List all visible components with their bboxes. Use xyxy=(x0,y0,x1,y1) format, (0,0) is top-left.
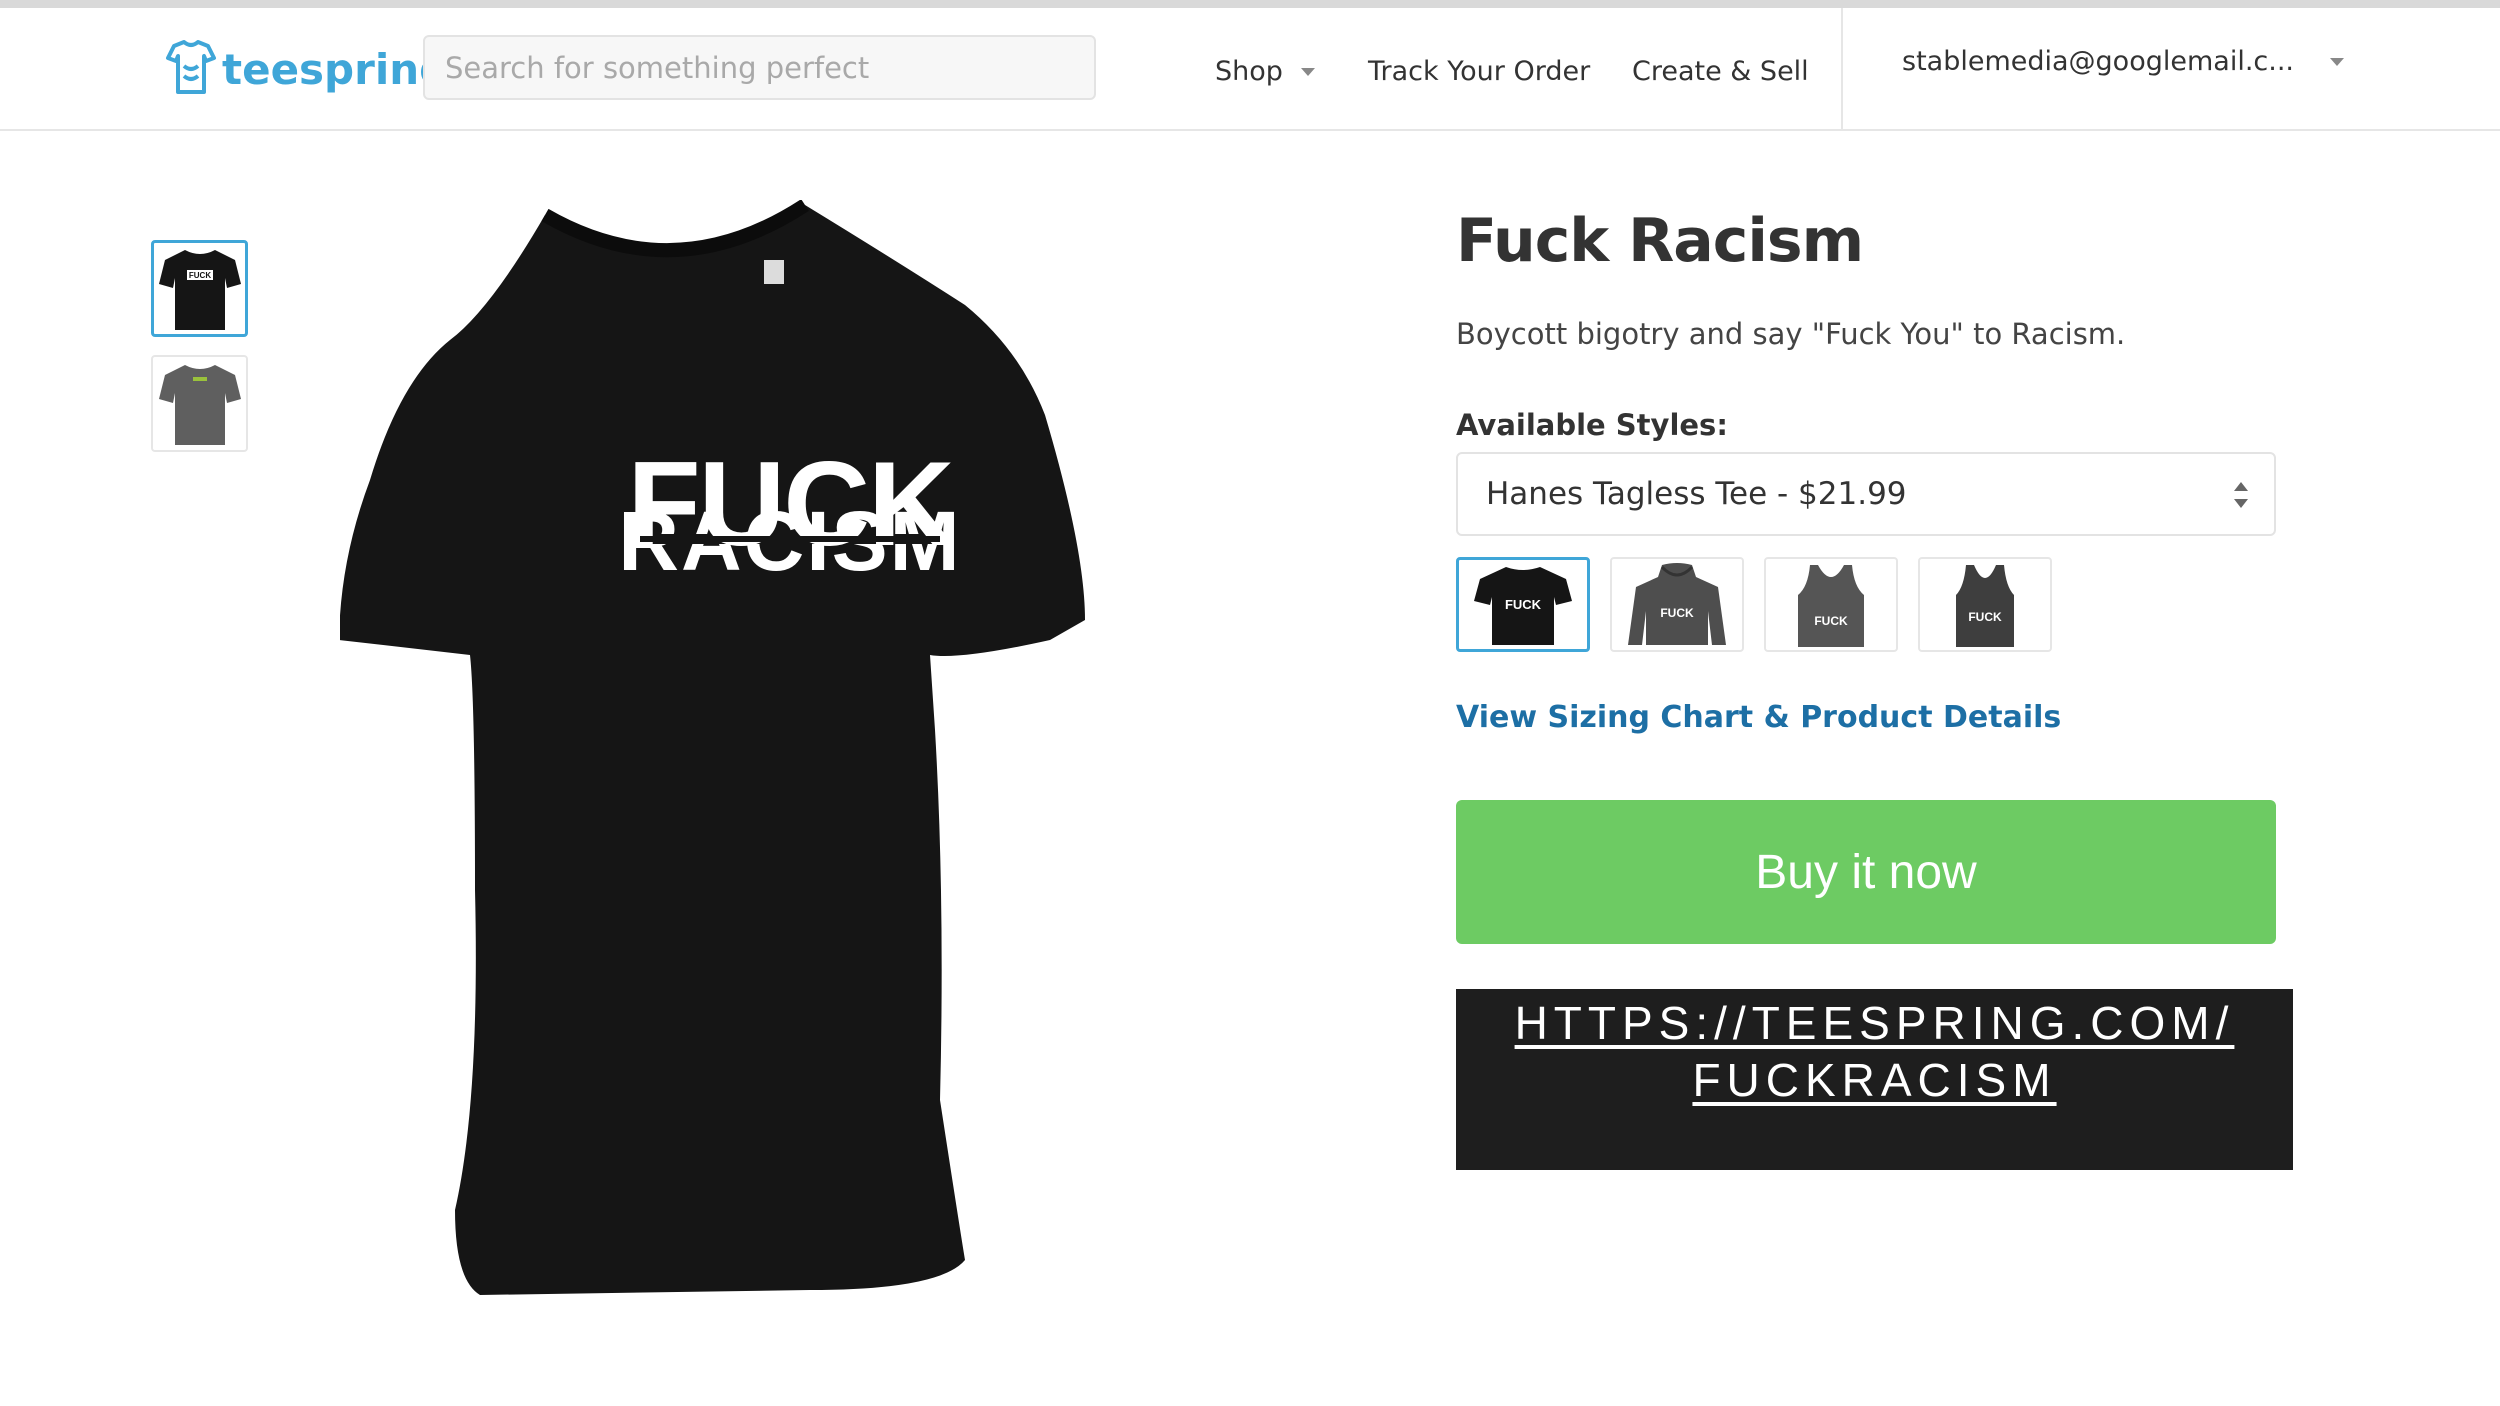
nav-track-label: Track Your Order xyxy=(1368,56,1591,87)
account-menu[interactable]: stablemedia@googlemail.c... xyxy=(1902,46,2345,77)
tank-swatch-icon: FUCK xyxy=(1798,564,1864,647)
hoodie-swatch-icon: FUCK xyxy=(1628,562,1726,645)
teespring-logo[interactable]: teespring xyxy=(164,36,449,102)
nav-create-label: Create & Sell xyxy=(1632,56,1809,87)
url-banner: HTTPS://TEESPRING.COM/ FUCKRACISM xyxy=(1456,989,2293,1170)
nav-shop[interactable]: Shop xyxy=(1215,56,1315,87)
tshirt-swatch-icon: FUCK xyxy=(1474,566,1572,645)
tshirt-image: RACISM FUCK xyxy=(339,199,1085,1295)
style-swatches: FUCK FUCK FUCK FUCK xyxy=(1456,557,2052,652)
swatch-hoodie[interactable]: FUCK xyxy=(1610,557,1744,652)
sizing-chart-link[interactable]: View Sizing Chart & Product Details xyxy=(1456,700,2061,735)
swatch-tee[interactable]: FUCK xyxy=(1456,557,1590,652)
product-main-image: RACISM FUCK xyxy=(339,199,1240,1310)
tank-swatch-icon: FUCK xyxy=(1956,564,2014,647)
buy-now-button[interactable]: Buy it now xyxy=(1456,800,2276,944)
nav-create-sell[interactable]: Create & Sell xyxy=(1632,56,1809,87)
product-title: Fuck Racism xyxy=(1456,206,1864,276)
header-divider xyxy=(1841,8,1843,131)
account-email: stablemedia@googlemail.c... xyxy=(1902,46,2295,77)
shirt-print-top: FUCK xyxy=(627,437,954,571)
thumbnail-back[interactable] xyxy=(151,355,248,452)
style-select[interactable]: Hanes Tagless Tee - $21.99 xyxy=(1456,452,2276,536)
swatch-print-text: FUCK xyxy=(1505,597,1542,612)
url-line-2[interactable]: FUCKRACISM xyxy=(1456,1052,2293,1109)
thumbnail-list: FUCK xyxy=(151,240,248,470)
swatch-tank-dark[interactable]: FUCK xyxy=(1918,557,2052,652)
selected-style: Hanes Tagless Tee - $21.99 xyxy=(1486,476,1907,512)
nav-shop-label: Shop xyxy=(1215,56,1283,87)
swatch-print-text: FUCK xyxy=(1814,614,1848,628)
tshirt-thumbnail-icon: FUCK xyxy=(158,249,241,330)
window-top-border xyxy=(0,0,2500,8)
url-line-1[interactable]: HTTPS://TEESPRING.COM/ xyxy=(1456,995,2293,1052)
nav-track-order[interactable]: Track Your Order xyxy=(1368,56,1590,87)
logo-text: teespring xyxy=(222,44,450,94)
tshirt-logo-icon xyxy=(166,40,216,94)
chevron-down-icon xyxy=(1300,67,1315,76)
tshirt-thumbnail-icon xyxy=(158,364,241,445)
chevron-down-icon xyxy=(2330,57,2345,66)
select-updown-icon xyxy=(2234,482,2248,508)
swatch-tank-gray[interactable]: FUCK xyxy=(1764,557,1898,652)
available-styles-label: Available Styles: xyxy=(1456,408,1728,442)
thumbnail-print-text: FUCK xyxy=(188,271,210,280)
thumbnail-front[interactable]: FUCK xyxy=(151,240,248,337)
search-input[interactable] xyxy=(423,35,1096,100)
product-description: Boycott bigotry and say "Fuck You" to Ra… xyxy=(1456,317,2126,351)
swatch-print-text: FUCK xyxy=(1968,610,2002,624)
swatch-print-text: FUCK xyxy=(1660,606,1694,620)
